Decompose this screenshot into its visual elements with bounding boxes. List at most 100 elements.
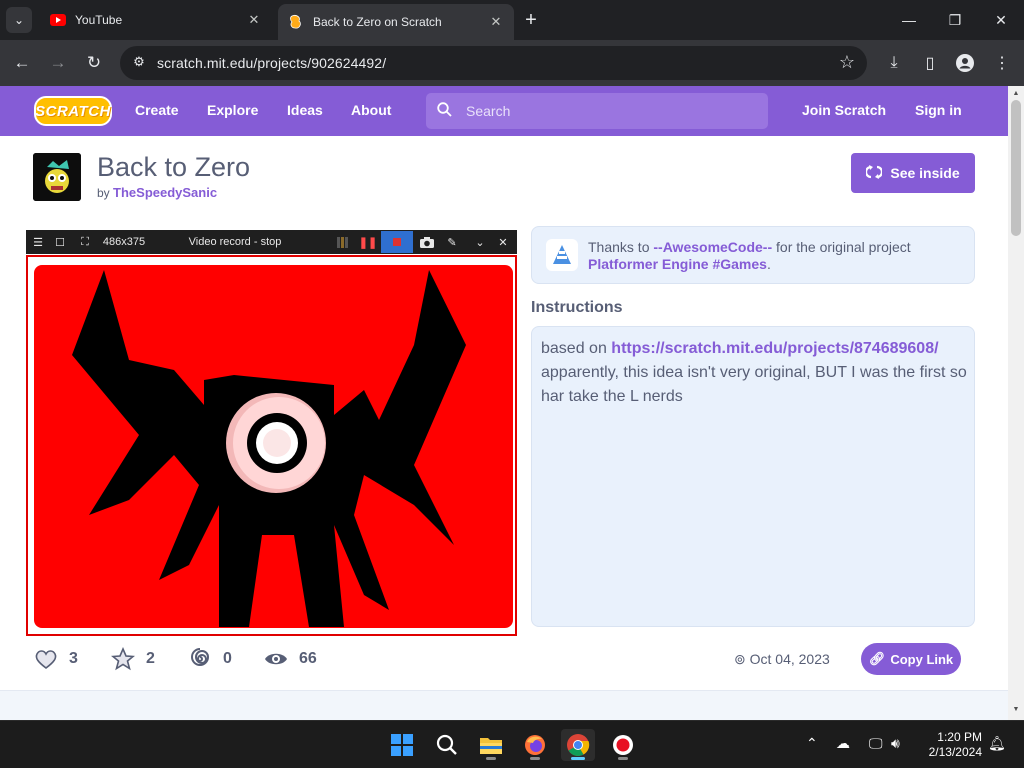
tray-overflow-icon[interactable]: ⌃ <box>806 735 818 752</box>
author-link[interactable]: TheSpeedySanic <box>113 185 217 200</box>
onedrive-icon[interactable]: ☁ <box>836 735 850 752</box>
windows-taskbar: ⌃ ☁ 🖵︎ 🔊︎ 1:20 PM 2/13/2024 🔔︎ <box>0 720 1024 768</box>
screen-recorder-button[interactable] <box>606 729 640 761</box>
recorder-zoom-icon[interactable]: ⛶ <box>78 234 92 250</box>
nav-ideas[interactable]: Ideas <box>287 102 323 118</box>
tab-strip: ⌄ YouTube ✕ Back to Zero on Scratch ✕ + … <box>0 0 1024 40</box>
author-avatar[interactable] <box>33 153 81 201</box>
join-scratch-link[interactable]: Join Scratch <box>802 102 886 118</box>
system-clock[interactable]: 1:20 PM 2/13/2024 <box>914 730 982 760</box>
notification-bell-icon[interactable]: 🔔︎ <box>988 735 1006 752</box>
scroll-thumb[interactable] <box>1011 100 1021 236</box>
download-icon[interactable]: ⤓ <box>882 51 906 75</box>
back-icon[interactable]: ← <box>10 51 34 75</box>
new-tab-button[interactable]: + <box>520 9 542 31</box>
bookmark-star-icon[interactable]: ☆ <box>839 52 855 73</box>
nav-about[interactable]: About <box>351 102 391 118</box>
profile-icon[interactable] <box>953 51 977 75</box>
address-bar[interactable]: ⚙ scratch.mit.edu/projects/902624492/ ☆ <box>120 46 867 80</box>
recorder-status: Video record - stop <box>188 236 282 248</box>
credit-project-link[interactable]: Platformer Engine #Games <box>588 256 767 272</box>
views-count: 66 <box>299 650 317 667</box>
taskbar-search-button[interactable] <box>430 729 464 761</box>
nav-explore[interactable]: Explore <box>207 102 258 118</box>
stop-record-button[interactable] <box>381 231 413 253</box>
instructions-link[interactable]: https://scratch.mit.edu/projects/8746896… <box>611 340 938 357</box>
project-stage[interactable] <box>26 255 517 636</box>
minimize-button[interactable]: — <box>886 0 932 40</box>
running-indicator <box>530 757 540 760</box>
firefox-icon <box>525 735 545 755</box>
see-inside-button[interactable]: See inside <box>851 153 975 193</box>
remix-stat: 0 <box>187 647 232 671</box>
close-window-button[interactable]: ✕ <box>978 0 1024 40</box>
scroll-up-icon[interactable]: ▲ <box>1011 90 1021 97</box>
nav-create[interactable]: Create <box>135 102 179 118</box>
menu-kebab-icon[interactable]: ⋮ <box>990 51 1014 75</box>
scroll-down-icon[interactable]: ▼ <box>1011 706 1021 713</box>
tab-search-button[interactable]: ⌄ <box>6 7 32 33</box>
video-recorder-toolbar: ☰ ☐ ⛶ 486x375 Video record - stop ❚❚ ✎ ⌄… <box>26 230 517 254</box>
tab-close-icon[interactable]: ✕ <box>488 14 504 30</box>
running-indicator <box>486 757 496 760</box>
recorder-region-icon[interactable]: ☐ <box>53 234 67 250</box>
instructions-heading: Instructions <box>531 299 623 316</box>
sign-in-link[interactable]: Sign in <box>915 102 962 118</box>
file-explorer-button[interactable] <box>474 729 508 761</box>
share-date: ⊚ Oct 04, 2023 <box>734 651 830 668</box>
instructions-box: based on https://scratch.mit.edu/project… <box>531 326 975 627</box>
search-input[interactable]: Search <box>426 93 768 129</box>
pause-icon[interactable]: ❚❚ <box>359 234 377 250</box>
pen-icon[interactable]: ✎ <box>444 234 460 250</box>
side-panel-icon[interactable]: ▯ <box>918 51 942 75</box>
url-text[interactable]: scratch.mit.edu/projects/902624492/ <box>157 55 386 71</box>
windows-logo-icon <box>391 734 413 756</box>
eye-icon <box>263 647 289 671</box>
section-divider <box>0 690 1008 720</box>
credit-suffix: . <box>766 256 771 272</box>
instructions-text: based on https://scratch.mit.edu/project… <box>541 337 969 409</box>
site-info-icon[interactable]: ⚙ <box>130 54 148 72</box>
clock-date: 2/13/2024 <box>928 745 982 759</box>
restore-button[interactable]: ❐ <box>932 0 978 40</box>
remix-arrows-icon <box>865 164 884 183</box>
love-stat[interactable]: 3 <box>33 647 78 671</box>
stage-artwork <box>34 265 513 628</box>
credit-middle: for the original project <box>776 239 911 255</box>
chrome-button[interactable] <box>561 729 595 761</box>
youtube-icon <box>50 12 66 28</box>
tab-close-icon[interactable]: ✕ <box>246 12 262 28</box>
copy-link-button[interactable]: 🔗︎ Copy Link <box>861 643 961 675</box>
camera-icon[interactable] <box>418 234 436 250</box>
love-count: 3 <box>69 650 78 667</box>
tab-scratch[interactable]: Back to Zero on Scratch ✕ <box>278 4 514 40</box>
link-icon: 🔗︎ <box>868 651 886 666</box>
favorite-count: 2 <box>146 650 155 667</box>
recorder-menu-icon[interactable]: ☰ <box>31 234 45 250</box>
firefox-button[interactable] <box>518 729 552 761</box>
volume-icon[interactable]: 🔊︎ <box>891 735 900 752</box>
instructions-prefix: based on <box>541 340 607 357</box>
tab-youtube[interactable]: YouTube ✕ <box>40 0 272 40</box>
scratch-favicon-icon <box>288 14 304 30</box>
share-date-text: Oct 04, 2023 <box>749 651 830 667</box>
project-byline: by TheSpeedySanic <box>97 185 217 200</box>
running-indicator <box>571 757 585 760</box>
chrome-icon <box>567 734 590 756</box>
network-icon[interactable]: 🖵︎ <box>869 735 883 752</box>
credit-user-link[interactable]: --AwesomeCode-- <box>653 239 772 255</box>
recorder-close-icon[interactable]: ✕ <box>496 234 510 250</box>
favorite-stat[interactable]: 2 <box>110 647 155 671</box>
search-placeholder: Search <box>466 103 511 119</box>
copyright-icon: ⊚ <box>734 651 746 667</box>
running-indicator <box>618 757 628 760</box>
reload-icon[interactable]: ↻ <box>82 51 106 75</box>
start-button[interactable] <box>385 729 419 761</box>
collapse-chevrons-icon[interactable]: ⌄ <box>473 234 487 250</box>
chevron-down-icon: ⌄ <box>13 13 25 27</box>
scratch-logo[interactable]: SCRATCH <box>34 96 112 126</box>
credit-prefix: Thanks to <box>588 239 650 255</box>
page-scrollbar[interactable]: ▲ ▼ <box>1008 86 1024 720</box>
star-icon <box>110 647 136 671</box>
forward-icon[interactable]: → <box>46 51 70 75</box>
